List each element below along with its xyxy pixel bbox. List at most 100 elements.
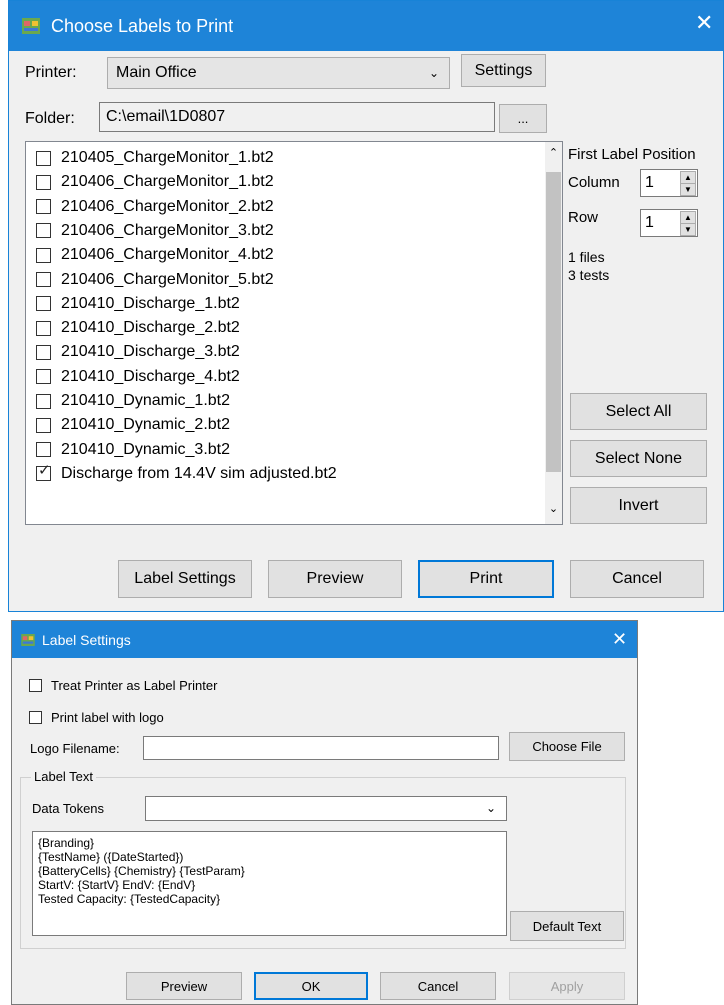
file-checkbox[interactable] — [36, 150, 51, 166]
list-item[interactable]: 210405_ChargeMonitor_1.bt2 — [36, 146, 274, 170]
invert-button[interactable]: Invert — [570, 487, 707, 524]
list-item[interactable]: 210406_ChargeMonitor_4.bt2 — [36, 243, 274, 267]
list-item[interactable]: 210410_Discharge_4.bt2 — [36, 365, 240, 389]
data-tokens-label: Data Tokens — [32, 801, 105, 816]
decrement-icon[interactable]: ▼ — [680, 223, 696, 236]
file-checkbox[interactable] — [36, 393, 51, 409]
select-all-button[interactable]: Select All — [570, 393, 707, 430]
row-label: Row — [568, 209, 599, 226]
folder-label: Folder: — [25, 110, 75, 127]
data-tokens-select[interactable]: ⌄ — [145, 796, 507, 821]
file-name: 210406_ChargeMonitor_1.bt2 — [61, 173, 274, 191]
row-stepper[interactable]: 1 ▲ ▼ — [640, 209, 698, 237]
title-bar[interactable]: Choose Labels to Print ✕ — [9, 1, 723, 51]
file-checkbox[interactable] — [36, 296, 51, 312]
preview-button[interactable]: Preview — [268, 560, 402, 598]
chevron-up-icon[interactable]: ⌃ — [545, 146, 562, 160]
logo-filename-label: Logo Filename: — [30, 741, 120, 756]
list-item[interactable]: 210406_ChargeMonitor_2.bt2 — [36, 195, 274, 219]
column-stepper[interactable]: 1 ▲ ▼ — [640, 169, 698, 197]
folder-field[interactable]: C:\email\1D0807 — [99, 102, 495, 132]
column-value: 1 — [645, 174, 654, 191]
file-checkbox[interactable] — [36, 417, 51, 433]
choose-labels-dialog: Choose Labels to Print ✕ Printer: Main O… — [8, 0, 724, 612]
print-logo-label: Print label with logo — [51, 710, 164, 725]
app-icon — [22, 18, 40, 34]
file-name: 210410_Dynamic_2.bt2 — [61, 416, 231, 434]
file-checkbox[interactable] — [36, 320, 51, 336]
list-item[interactable]: ✓ Discharge from 14.4V sim adjusted.bt2 — [36, 462, 337, 486]
close-icon[interactable]: ✕ — [695, 12, 713, 34]
list-item[interactable]: 210410_Discharge_1.bt2 — [36, 292, 240, 316]
file-checkbox[interactable] — [36, 247, 51, 263]
file-name: 210410_Discharge_2.bt2 — [61, 319, 240, 337]
dialog-footer: Label Settings Preview Print Cancel — [9, 540, 723, 611]
printer-label: Printer: — [25, 64, 77, 81]
app-icon — [21, 634, 35, 646]
file-name: 210410_Dynamic_1.bt2 — [61, 392, 231, 409]
decrement-icon[interactable]: ▼ — [680, 183, 696, 196]
settings-button[interactable]: Settings — [461, 54, 546, 87]
list-item[interactable]: 210410_Dynamic_3.bt2 — [36, 438, 230, 462]
logo-filename-input[interactable] — [143, 736, 499, 760]
default-text-button[interactable]: Default Text — [510, 911, 624, 941]
file-name: 210410_Discharge_3.bt2 — [61, 343, 240, 361]
checkbox-box[interactable] — [29, 679, 42, 692]
file-name: 210406_ChargeMonitor_5.bt2 — [61, 270, 274, 288]
file-list[interactable]: 210405_ChargeMonitor_1.bt2 210406_ChargeM… — [25, 141, 563, 525]
choose-file-button[interactable]: Choose File — [509, 732, 625, 761]
file-checkbox[interactable] — [36, 369, 51, 385]
scrollbar-thumb[interactable] — [546, 172, 561, 472]
cancel-button[interactable]: Cancel — [570, 560, 704, 598]
file-name: 210405_ChargeMonitor_1.bt2 — [61, 149, 274, 166]
label-text-group-title: Label Text — [31, 769, 97, 784]
ok-button[interactable]: OK — [254, 972, 368, 1000]
browse-folder-button[interactable]: ... — [499, 104, 547, 133]
chevron-down-icon: ⌄ — [485, 801, 496, 815]
cancel-button[interactable]: Cancel — [380, 972, 496, 1000]
title-bar[interactable]: Label Settings ✕ — [12, 621, 637, 658]
file-name: 210406_ChargeMonitor_4.bt2 — [61, 246, 274, 264]
file-checkbox[interactable] — [36, 344, 51, 360]
file-checkbox[interactable] — [36, 199, 51, 215]
files-count: 1 files — [568, 249, 605, 265]
file-name: 210406_ChargeMonitor_2.bt2 — [61, 197, 274, 215]
file-name: 210410_Dynamic_3.bt2 — [61, 440, 231, 458]
list-item[interactable]: 210410_Dynamic_1.bt2 — [36, 389, 230, 413]
chevron-down-icon[interactable]: ⌄ — [545, 502, 562, 516]
printer-value: Main Office — [116, 64, 197, 81]
window-title: Label Settings — [42, 632, 131, 648]
print-button[interactable]: Print — [418, 560, 554, 598]
label-text-area[interactable]: {Branding} {TestName} ({DateStarted}) {B… — [32, 831, 507, 936]
scrollbar[interactable]: ⌃ ⌄ — [545, 142, 562, 524]
file-checkbox[interactable]: ✓ — [36, 462, 51, 482]
file-checkbox[interactable] — [36, 442, 51, 458]
list-item[interactable]: 210410_Discharge_2.bt2 — [36, 316, 240, 340]
close-icon[interactable]: ✕ — [612, 629, 627, 650]
checkmark-icon: ✓ — [38, 462, 51, 480]
column-label: Column — [568, 174, 620, 191]
file-checkbox[interactable] — [36, 272, 51, 287]
file-name: 210410_Discharge_4.bt2 — [61, 367, 240, 385]
select-none-button[interactable]: Select None — [570, 440, 707, 477]
list-item[interactable]: 210406_ChargeMonitor_3.bt2 — [36, 219, 274, 243]
label-settings-button[interactable]: Label Settings — [118, 560, 252, 598]
chevron-down-icon: ⌄ — [428, 66, 439, 80]
checkbox-box[interactable] — [29, 711, 42, 724]
preview-button[interactable]: Preview — [126, 972, 242, 1000]
list-item[interactable]: 210406_ChargeMonitor_5.bt2 — [36, 268, 274, 292]
apply-button[interactable]: Apply — [509, 972, 625, 1000]
file-checkbox[interactable] — [36, 174, 51, 190]
file-name: 210410_Discharge_1.bt2 — [61, 294, 240, 312]
printer-select[interactable]: Main Office ⌄ — [107, 57, 450, 89]
file-checkbox[interactable] — [36, 223, 51, 239]
print-logo-checkbox[interactable]: Print label with logo — [29, 710, 164, 725]
list-item[interactable]: 210406_ChargeMonitor_1.bt2 — [36, 170, 274, 194]
list-item[interactable]: 210410_Discharge_3.bt2 — [36, 340, 240, 364]
list-item[interactable]: 210410_Dynamic_2.bt2 — [36, 413, 230, 437]
tests-count: 3 tests — [568, 267, 610, 283]
file-name: Discharge from 14.4V sim adjusted.bt2 — [61, 464, 337, 482]
window-title: Choose Labels to Print — [51, 16, 234, 36]
treat-printer-checkbox[interactable]: Treat Printer as Label Printer — [29, 678, 217, 693]
file-name: 210406_ChargeMonitor_3.bt2 — [61, 221, 274, 239]
